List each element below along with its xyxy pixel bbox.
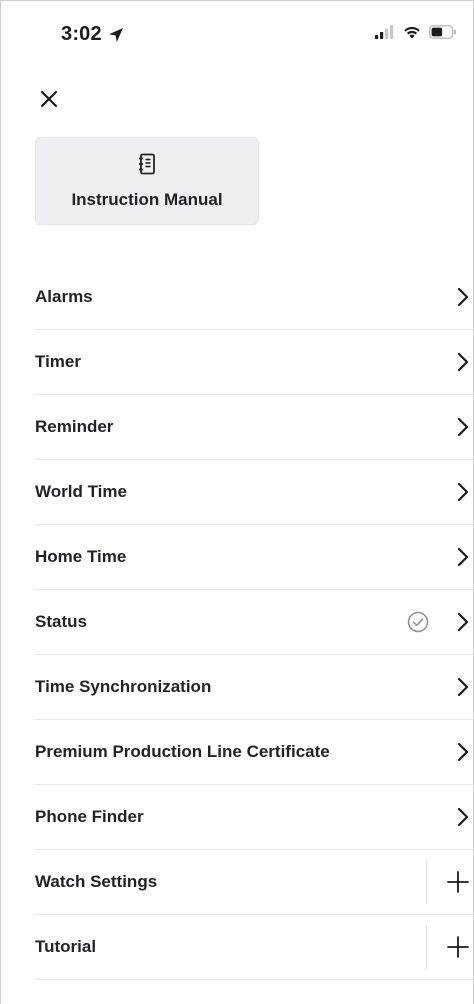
menu-item-phone-finder[interactable]: Phone Finder: [35, 785, 473, 850]
wifi-icon: [403, 25, 421, 44]
chevron-right-icon: [457, 612, 469, 632]
divider: [426, 925, 427, 969]
plus-icon[interactable]: [447, 871, 469, 893]
status-indicators: [375, 25, 457, 44]
plus-icon[interactable]: [447, 936, 469, 958]
chevron-right-icon: [457, 352, 469, 372]
instruction-manual-label: Instruction Manual: [71, 189, 223, 209]
instruction-manual-button[interactable]: Instruction Manual: [35, 137, 259, 225]
check-circle-icon: [407, 611, 429, 633]
menu-item-label: Tutorial: [35, 937, 97, 956]
menu-item-label: Watch Settings: [35, 872, 158, 891]
menu-item-label: Reminder: [35, 417, 114, 436]
close-button[interactable]: [37, 87, 61, 111]
menu-item-label: World Time: [35, 482, 127, 501]
chevron-right-icon: [457, 482, 469, 502]
cellular-signal-icon: [375, 25, 395, 44]
menu-item-label: Home Time: [35, 547, 127, 566]
status-bar: 3:02: [1, 1, 473, 69]
close-icon: [40, 90, 58, 108]
menu-item-reminder[interactable]: Reminder: [35, 395, 473, 460]
notebook-icon: [137, 153, 157, 180]
menu-item-label: Alarms: [35, 287, 93, 306]
menu-item-label: Timer: [35, 352, 81, 371]
menu-item-label: Status: [35, 612, 87, 631]
menu-item-label: Phone Finder: [35, 807, 144, 826]
menu-item-watch-settings[interactable]: Watch Settings: [35, 850, 473, 915]
chevron-right-icon: [457, 287, 469, 307]
settings-menu: Alarms Timer Reminder World Time Home Ti: [35, 265, 473, 980]
chevron-right-icon: [457, 417, 469, 437]
chevron-right-icon: [457, 547, 469, 567]
phone-screen: 3:02 Instruction Manual Alarms Timer Rem…: [0, 0, 474, 1004]
status-time: 3:02: [61, 23, 102, 45]
menu-item-home-time[interactable]: Home Time: [35, 525, 473, 590]
chevron-right-icon: [457, 807, 469, 827]
chevron-right-icon: [457, 742, 469, 762]
status-time-group: 3:02: [61, 23, 124, 46]
battery-icon: [429, 25, 457, 44]
menu-item-alarms[interactable]: Alarms: [35, 265, 473, 330]
menu-item-world-time[interactable]: World Time: [35, 460, 473, 525]
menu-item-timer[interactable]: Timer: [35, 330, 473, 395]
menu-item-tutorial[interactable]: Tutorial: [35, 915, 473, 980]
divider: [426, 860, 427, 904]
location-arrow-icon: [108, 27, 124, 43]
chevron-right-icon: [457, 677, 469, 697]
menu-item-label: Premium Production Line Certificate: [35, 742, 330, 761]
menu-item-label: Time Synchronization: [35, 677, 212, 696]
menu-item-premium-production-line-certificate[interactable]: Premium Production Line Certificate: [35, 720, 473, 785]
menu-item-status[interactable]: Status: [35, 590, 473, 655]
menu-item-time-synchronization[interactable]: Time Synchronization: [35, 655, 473, 720]
